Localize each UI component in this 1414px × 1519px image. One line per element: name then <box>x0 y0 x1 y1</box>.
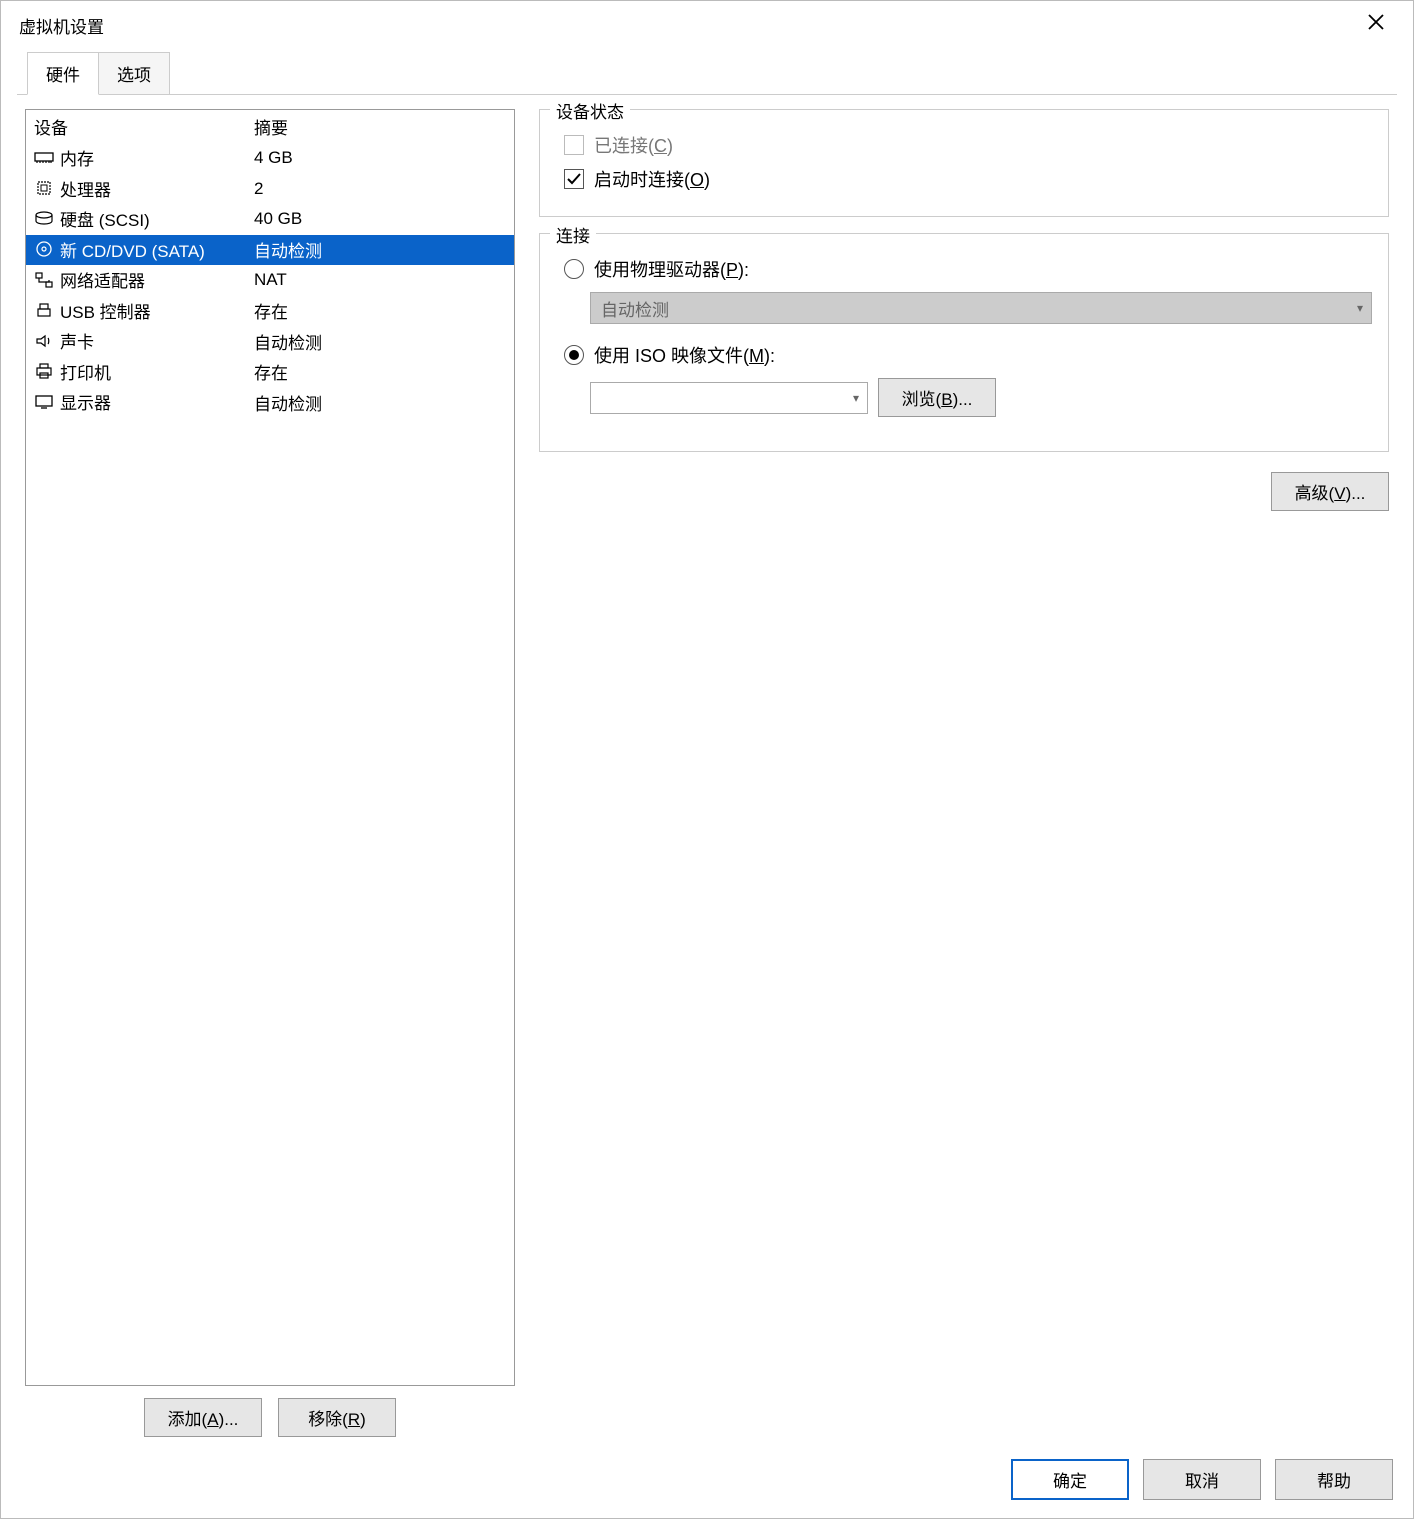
close-icon <box>1367 13 1385 37</box>
device-summary: 4 GB <box>246 143 514 174</box>
tab-options[interactable]: 选项 <box>98 52 170 95</box>
iso-file-label: 使用 ISO 映像文件(M): <box>594 342 775 368</box>
connection-group: 连接 使用物理驱动器(P): 自动检测 ▾ 使用 ISO 映像文件(M): <box>539 233 1389 452</box>
device-summary: NAT <box>246 265 514 296</box>
connected-checkbox <box>564 135 584 155</box>
display-icon <box>34 393 54 411</box>
device-summary: 存在 <box>246 296 514 327</box>
device-name: 打印机 <box>60 359 111 384</box>
physical-drive-radio[interactable] <box>564 259 584 279</box>
device-summary: 自动检测 <box>246 235 514 266</box>
titlebar: 虚拟机设置 <box>1 1 1413 49</box>
help-button[interactable]: 帮助 <box>1275 1459 1393 1500</box>
network-icon <box>34 271 54 289</box>
device-name: 声卡 <box>60 328 94 353</box>
iso-path-input[interactable]: ▾ <box>590 382 868 414</box>
physical-drive-select: 自动检测 ▾ <box>590 292 1372 324</box>
hdd-icon <box>34 210 54 228</box>
footer-buttons: 确定 取消 帮助 <box>1 1445 1413 1518</box>
connection-legend: 连接 <box>550 222 596 247</box>
device-row-display[interactable]: 显示器 自动检测 <box>26 387 514 418</box>
physical-drive-label: 使用物理驱动器(P): <box>594 256 749 282</box>
col-device: 设备 <box>26 110 246 143</box>
add-button[interactable]: 添加(A)... <box>144 1398 262 1437</box>
device-name: 硬盘 (SCSI) <box>60 206 150 231</box>
usb-icon <box>34 301 54 319</box>
chevron-down-icon: ▾ <box>1357 301 1363 315</box>
device-row-network[interactable]: 网络适配器 NAT <box>26 265 514 296</box>
col-summary: 摘要 <box>246 110 514 143</box>
device-row-hdd[interactable]: 硬盘 (SCSI) 40 GB <box>26 204 514 235</box>
device-summary: 40 GB <box>246 204 514 235</box>
device-status-legend: 设备状态 <box>550 98 630 123</box>
browse-button[interactable]: 浏览(B)... <box>878 378 996 417</box>
sound-icon <box>34 332 54 350</box>
connect-at-poweron-label: 启动时连接(O) <box>594 166 710 192</box>
device-list[interactable]: 设备 摘要 内存 4 GB 处理器 2 <box>25 109 515 1386</box>
device-summary: 2 <box>246 174 514 205</box>
device-row-sound[interactable]: 声卡 自动检测 <box>26 326 514 357</box>
cancel-button[interactable]: 取消 <box>1143 1459 1261 1500</box>
device-name: 显示器 <box>60 389 111 414</box>
memory-icon <box>34 149 54 167</box>
device-name: 处理器 <box>60 176 111 201</box>
device-row-printer[interactable]: 打印机 存在 <box>26 357 514 388</box>
device-name: USB 控制器 <box>60 298 151 323</box>
device-name: 内存 <box>60 145 94 170</box>
device-summary: 存在 <box>246 357 514 388</box>
device-row-usb[interactable]: USB 控制器 存在 <box>26 296 514 327</box>
device-row-cddvd[interactable]: 新 CD/DVD (SATA) 自动检测 <box>26 235 514 266</box>
cpu-icon <box>34 179 54 197</box>
device-status-group: 设备状态 已连接(C) 启动时连接(O) <box>539 109 1389 217</box>
device-row-cpu[interactable]: 处理器 2 <box>26 174 514 205</box>
device-summary: 自动检测 <box>246 326 514 357</box>
chevron-down-icon: ▾ <box>853 391 859 405</box>
tab-bar: 硬件 选项 <box>1 51 1413 94</box>
advanced-button[interactable]: 高级(V)... <box>1271 472 1389 511</box>
close-button[interactable] <box>1353 9 1399 41</box>
device-summary: 自动检测 <box>246 387 514 418</box>
device-name: 新 CD/DVD (SATA) <box>60 237 205 262</box>
device-row-memory[interactable]: 内存 4 GB <box>26 143 514 174</box>
window-title: 虚拟机设置 <box>19 13 104 38</box>
iso-file-radio[interactable] <box>564 345 584 365</box>
tab-hardware[interactable]: 硬件 <box>27 52 99 95</box>
cd-icon <box>34 240 54 258</box>
connected-label: 已连接(C) <box>594 132 673 158</box>
connect-at-poweron-checkbox[interactable] <box>564 169 584 189</box>
device-name: 网络适配器 <box>60 267 145 292</box>
remove-button[interactable]: 移除(R) <box>278 1398 396 1437</box>
ok-button[interactable]: 确定 <box>1011 1459 1129 1500</box>
printer-icon <box>34 362 54 380</box>
